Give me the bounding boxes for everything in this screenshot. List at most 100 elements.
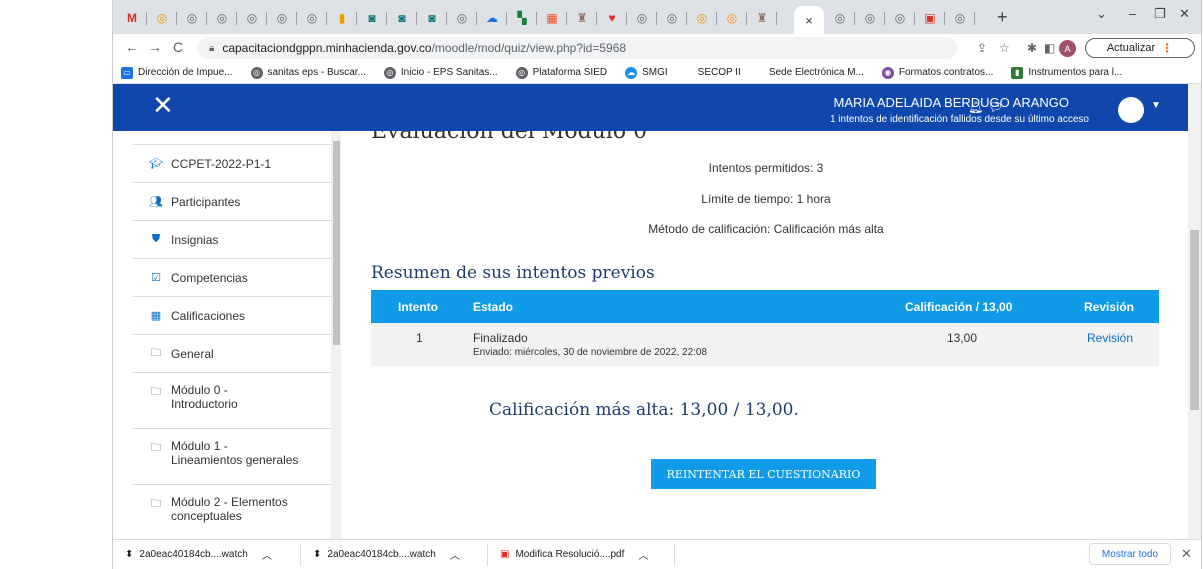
site-tab-icon[interactable]: ◎ — [271, 8, 293, 28]
site-tab-icon[interactable]: ◎ — [859, 8, 881, 28]
sidebar-item-course[interactable]: 🎓︎ CCPET-2022-P1-1 — [133, 144, 333, 182]
sheet-tab-icon[interactable]: ▚ — [511, 8, 533, 28]
shield-icon: ⛊ — [151, 233, 161, 245]
table-row: 1 Finalizado Enviado: miércoles, 30 de n… — [371, 323, 1159, 366]
time-limit: Límite de tiempo: 1 hora — [701, 192, 831, 206]
profile-avatar[interactable]: A — [1059, 40, 1076, 57]
attempt-number: 1 — [416, 331, 423, 345]
site-tab-icon[interactable]: ◎ — [889, 8, 911, 28]
bookmark-item[interactable]: ◎ Plataforma SIED — [515, 66, 607, 79]
chevron-up-icon[interactable]: ︿ — [638, 547, 648, 562]
restore-icon[interactable]: ❐ — [1154, 6, 1166, 22]
pdf-tab-icon[interactable]: ▣ — [919, 8, 941, 28]
left-background — [0, 0, 113, 569]
sidebar-item-badges[interactable]: ⛊ Insignias — [133, 220, 333, 258]
minimize-icon[interactable]: – — [1129, 6, 1136, 21]
forward-icon[interactable]: → — [148, 39, 162, 55]
chevron-up-icon[interactable]: ︿ — [450, 547, 460, 562]
column-header: Estado — [473, 300, 514, 314]
cloud-tab-icon[interactable]: ☁ — [481, 8, 503, 28]
tab-strip: M ◎ ◎ ◎ ◎ ◎ ◎ ▮ ◙ ◙ ◙ ◎ ☁ ▚ ▦ ♜ ♥ ◎ ◎ ◎ … — [113, 0, 1201, 34]
sidebar-item-module-1[interactable]: 🗀︎ Módulo 1 - Lineamientos generales — [133, 428, 333, 484]
chart-tab-icon[interactable]: ▮ — [331, 8, 353, 28]
bookmark-item[interactable]: Sede Electrónica M... — [769, 67, 864, 78]
site-tab-icon[interactable]: ◎ — [721, 8, 743, 28]
bookmark-item[interactable]: SECOP II — [698, 67, 741, 78]
address-bar[interactable]: 🔒︎ capacitaciondgppn.minhacienda.gov.co/… — [197, 37, 957, 59]
close-downloads-icon[interactable]: ✕ — [1181, 546, 1192, 562]
site-tab-icon[interactable]: ◎ — [151, 8, 173, 28]
cloud-icon: ☁ — [625, 66, 638, 79]
site-tab-icon[interactable]: ◎ — [181, 8, 203, 28]
reload-icon[interactable]: C — [173, 39, 183, 55]
site-tab-icon[interactable]: ◎ — [451, 8, 473, 28]
window-close-icon[interactable]: ✕ — [1179, 6, 1190, 22]
sidebar-item-module-2[interactable]: 🗀︎ Módulo 2 - Elementos conceptuales — [133, 484, 333, 539]
bookmark-item[interactable]: ◎ sanitas eps - Buscar... — [250, 66, 366, 79]
close-drawer-icon[interactable]: ✕ — [152, 90, 174, 121]
sidepanel-icon[interactable]: ◧ — [1044, 41, 1055, 55]
sidebar-item-grades[interactable]: ▦ Calificaciones — [133, 296, 333, 334]
retry-quiz-button[interactable]: REINTENTAR EL CUESTIONARIO — [651, 459, 876, 489]
bookmark-star-icon[interactable]: ☆ — [999, 41, 1010, 55]
shield-tab-icon[interactable]: ♜ — [751, 8, 773, 28]
download-item[interactable]: ⬍ 2a0eac40184cb....watch ︿ — [313, 547, 460, 562]
page-scrollbar-thumb[interactable] — [1190, 230, 1199, 410]
site-tab-icon[interactable]: ◎ — [241, 8, 263, 28]
lock-icon: 🔒︎ — [209, 42, 215, 54]
doc-tab-icon[interactable]: ◙ — [421, 8, 443, 28]
extensions-icon[interactable]: ✱ — [1027, 41, 1037, 55]
chevron-up-icon[interactable]: ︿ — [262, 547, 272, 562]
sidebar-scrollbar-thumb[interactable] — [333, 141, 340, 345]
globe-icon: ◎ — [383, 66, 396, 79]
download-item[interactable]: ▣ Modifica Resolució....pdf ︿ — [500, 547, 648, 562]
heart-tab-icon[interactable]: ♥ — [601, 8, 623, 28]
bookmark-item[interactable]: ◉ Formatos contratos... — [881, 66, 993, 79]
back-icon[interactable]: ← — [125, 39, 139, 55]
bookmark-item[interactable]: ▮ Instrumentos para l... — [1011, 66, 1122, 79]
site-tab-icon[interactable]: ◎ — [211, 8, 233, 28]
attempt-state: Finalizado — [473, 331, 528, 345]
gmail-tab-icon[interactable]: M — [121, 8, 143, 28]
sidebar-item-competencies[interactable]: ☑ Competencias — [133, 258, 333, 296]
grading-method: Método de calificación: Calificación más… — [648, 222, 884, 236]
doc-tab-icon[interactable]: ◙ — [391, 8, 413, 28]
downloads-bar: ⬍ 2a0eac40184cb....watch ︿ ⬍ 2a0eac40184cb.… — [113, 539, 1201, 569]
update-button[interactable]: Actualizar ⋮ — [1085, 38, 1195, 58]
pdf-icon: ▣ — [500, 549, 510, 560]
user-name[interactable]: MARIA ADELAIDA BERDUGO ARANGO — [833, 95, 1069, 110]
share-icon[interactable]: ⇪ — [977, 41, 987, 55]
site-tab-icon[interactable]: ◎ — [691, 8, 713, 28]
bookmark-item[interactable]: ☁ SMGI — [625, 66, 668, 79]
column-header: Intento — [398, 300, 438, 314]
site-tab-icon[interactable]: ◎ — [829, 8, 851, 28]
tab-search-icon[interactable]: ⌄ — [1096, 6, 1107, 22]
active-tab[interactable]: × — [794, 6, 824, 34]
new-tab-button[interactable]: + — [997, 7, 1008, 28]
close-tab-icon[interactable]: × — [805, 13, 813, 28]
attempts-allowed: Intentos permitidos: 3 — [708, 161, 824, 175]
attempt-grade: 13,00 — [947, 331, 978, 345]
sidebar-item-general[interactable]: 🗀︎ General — [133, 334, 333, 372]
menu-dots-icon: ⋮ — [1161, 41, 1174, 55]
graduation-cap-icon: 🎓︎ — [149, 158, 163, 170]
show-all-downloads-button[interactable]: Mostrar todo — [1089, 543, 1171, 565]
download-item[interactable]: ⬍ 2a0eac40184cb....watch ︿ — [125, 547, 272, 562]
bookmark-item[interactable]: ▭ Dirección de Impue... — [121, 66, 233, 79]
bookmark-item[interactable]: ◎ Inicio - EPS Sanitas... — [383, 66, 498, 79]
site-tab-icon[interactable]: ◎ — [301, 8, 323, 28]
user-avatar[interactable] — [1118, 97, 1144, 123]
site-tab-icon[interactable]: ◎ — [949, 8, 971, 28]
sidebar-item-module-0[interactable]: 🗀︎ Módulo 0 - Introductorio — [133, 372, 333, 428]
site-tab-icon[interactable]: ◎ — [661, 8, 683, 28]
shield-tab-icon[interactable]: ♜ — [571, 8, 593, 28]
sidebar-item-participants[interactable]: 👥︎ Participantes — [133, 182, 333, 220]
review-link[interactable]: Revisión — [1087, 331, 1133, 345]
doc-tab-icon[interactable]: ◙ — [361, 8, 383, 28]
site-tab-icon[interactable]: ◎ — [631, 8, 653, 28]
column-header: Calificación / 13,00 — [905, 300, 1013, 314]
windows-tab-icon[interactable]: ▦ — [541, 8, 563, 28]
course-sidebar: 🎓︎ CCPET-2022-P1-1 👥︎ Participantes ⛊ Insig… — [133, 131, 342, 539]
user-menu-caret-icon[interactable]: ▼ — [1151, 100, 1161, 111]
moodle-navbar: ✕ 🔔︎ 💬︎ MARIA ADELAIDA BERDUGO ARANGO 1 … — [113, 84, 1188, 131]
